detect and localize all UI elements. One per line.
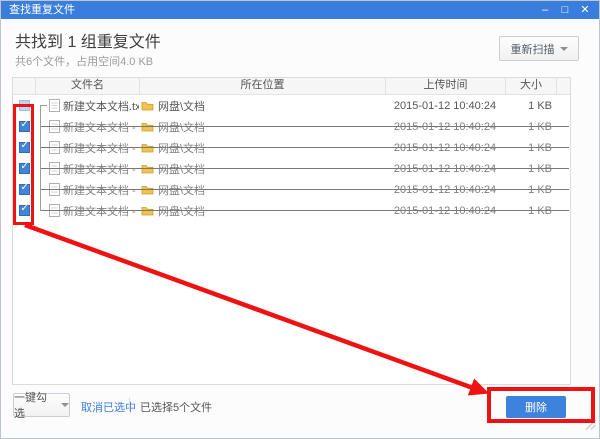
folder-icon	[141, 100, 154, 111]
file-location: 网盘\文档	[158, 98, 205, 114]
strikethrough-line	[41, 168, 569, 169]
chevron-down-icon	[61, 403, 69, 407]
window-controls: – □ ✕	[535, 1, 599, 19]
file-name: 新建文本文档.txt	[63, 98, 139, 114]
find-duplicates-dialog: 查找重复文件 – □ ✕ 共找到 1 组重复文件 共6个文件，占用空间4.0 K…	[0, 0, 600, 439]
footer-divider	[129, 398, 130, 411]
column-header-location: 所在位置	[139, 78, 385, 94]
tree-connector-icon	[35, 95, 48, 116]
strikethrough-line	[41, 126, 569, 127]
table-row[interactable]: 新建文本文档 - 副本.txt 网盘\文档 2015-01-12 10:40:2…	[13, 116, 570, 137]
duplicate-files-table: 文件名 所在位置 上传时间 大小 新建文本文档.txt 网盘\文档 2015-0…	[12, 77, 571, 385]
row-checkbox[interactable]	[19, 184, 30, 195]
column-header-filename: 文件名	[35, 78, 139, 94]
rescan-button-label: 重新扫描	[511, 41, 555, 57]
summary-subtitle: 共6个文件，占用空间4.0 KB	[15, 53, 153, 69]
column-header-checkbox	[13, 78, 35, 94]
file-icon	[49, 99, 60, 112]
batch-select-button[interactable]: 一键勾选	[13, 393, 70, 417]
strikethrough-line	[41, 210, 569, 211]
row-checkbox[interactable]	[19, 205, 30, 216]
summary-title: 共找到 1 组重复文件	[15, 28, 161, 52]
chevron-down-icon	[560, 47, 568, 51]
table-row[interactable]: 新建文本文档.txt 网盘\文档 2015-01-12 10:40:24 1 K…	[13, 95, 570, 116]
file-size: 1 KB	[505, 100, 556, 112]
window-title: 查找重复文件	[1, 1, 75, 19]
column-header-gutter	[556, 78, 570, 94]
rescan-button[interactable]: 重新扫描	[499, 36, 579, 61]
row-checkbox[interactable]	[19, 100, 30, 111]
title-bar: 查找重复文件 – □ ✕	[1, 1, 599, 19]
table-row[interactable]: 新建文本文档 - 副本 (1... 网盘\文档 2015-01-12 10:40…	[13, 137, 570, 158]
row-checkbox[interactable]	[19, 142, 30, 153]
table-header: 文件名 所在位置 上传时间 大小	[13, 78, 570, 95]
close-icon[interactable]: ✕	[575, 1, 595, 19]
batch-select-label: 一键勾选	[14, 389, 57, 421]
delete-button[interactable]: 删除	[506, 396, 566, 418]
column-header-time: 上传时间	[385, 78, 505, 94]
row-checkbox[interactable]	[19, 163, 30, 174]
table-row[interactable]: 新建文本文档 - 副本 (4... 网盘\文档 2015-01-12 10:40…	[13, 200, 570, 221]
selection-status: 已选择5个文件	[140, 399, 212, 415]
column-header-size: 大小	[505, 78, 556, 94]
table-row[interactable]: 新建文本文档 - 副本 (2... 网盘\文档 2015-01-12 10:40…	[13, 158, 570, 179]
table-row[interactable]: 新建文本文档 - 副本 (3... 网盘\文档 2015-01-12 10:40…	[13, 179, 570, 200]
strikethrough-line	[41, 147, 569, 148]
strikethrough-line	[41, 189, 569, 190]
cancel-selected-link[interactable]: 取消已选中	[81, 399, 136, 415]
maximize-icon[interactable]: □	[555, 1, 575, 19]
resize-grip[interactable]	[585, 417, 596, 435]
minimize-icon[interactable]: –	[535, 1, 555, 19]
row-checkbox[interactable]	[19, 121, 30, 132]
file-time: 2015-01-12 10:40:24	[385, 100, 505, 112]
